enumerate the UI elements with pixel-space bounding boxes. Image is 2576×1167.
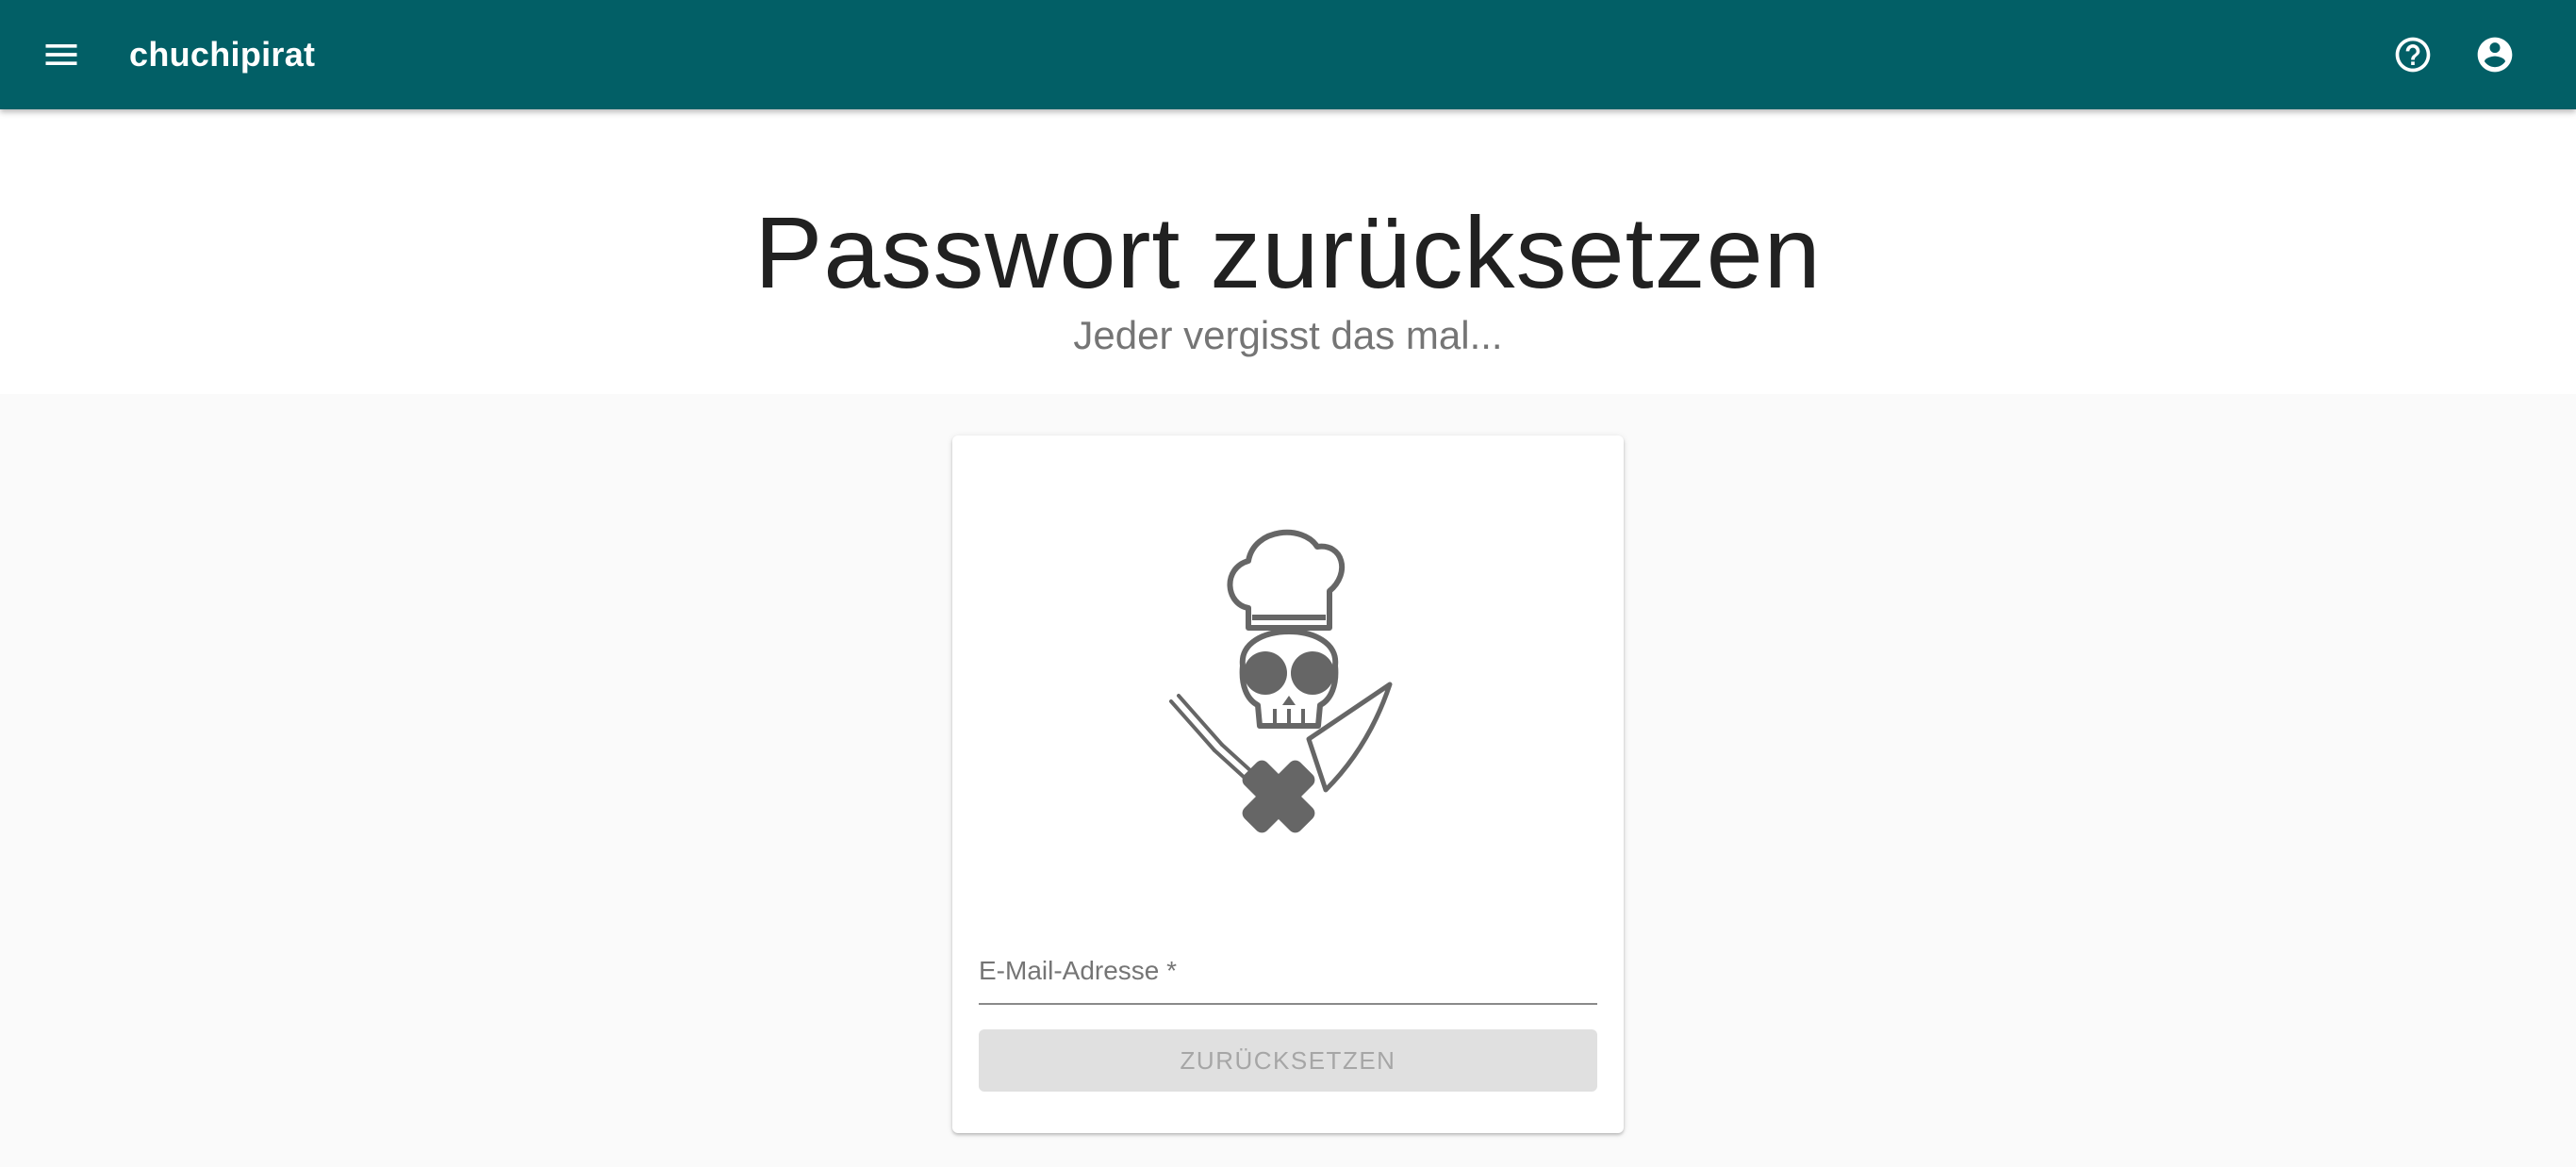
email-field[interactable]: E-Mail-Adresse *: [979, 945, 1597, 1005]
page-subtitle: Jeder vergisst das mal...: [1073, 313, 1503, 357]
chef-skull-logo-icon: [1169, 529, 1393, 833]
help-button[interactable]: [2379, 21, 2447, 89]
email-field-label: E-Mail-Adresse *: [979, 956, 1178, 985]
account-button[interactable]: [2461, 21, 2529, 89]
account-circle-icon: [2477, 37, 2513, 73]
page-header: Passwort zurücksetzen Jeder vergisst das…: [0, 109, 2576, 394]
menu-icon: [45, 44, 77, 65]
page-title: Passwort zurücksetzen: [754, 195, 1822, 309]
reset-button[interactable]: ZURÜCKSETZEN: [979, 1029, 1597, 1092]
help-circle-icon: [2395, 37, 2431, 73]
menu-button[interactable]: [27, 21, 95, 89]
app-bar: chuchipirat: [0, 0, 2576, 109]
reset-password-card: E-Mail-Adresse * ZURÜCKSETZEN: [952, 436, 1624, 1133]
app-title[interactable]: chuchipirat: [129, 0, 315, 109]
